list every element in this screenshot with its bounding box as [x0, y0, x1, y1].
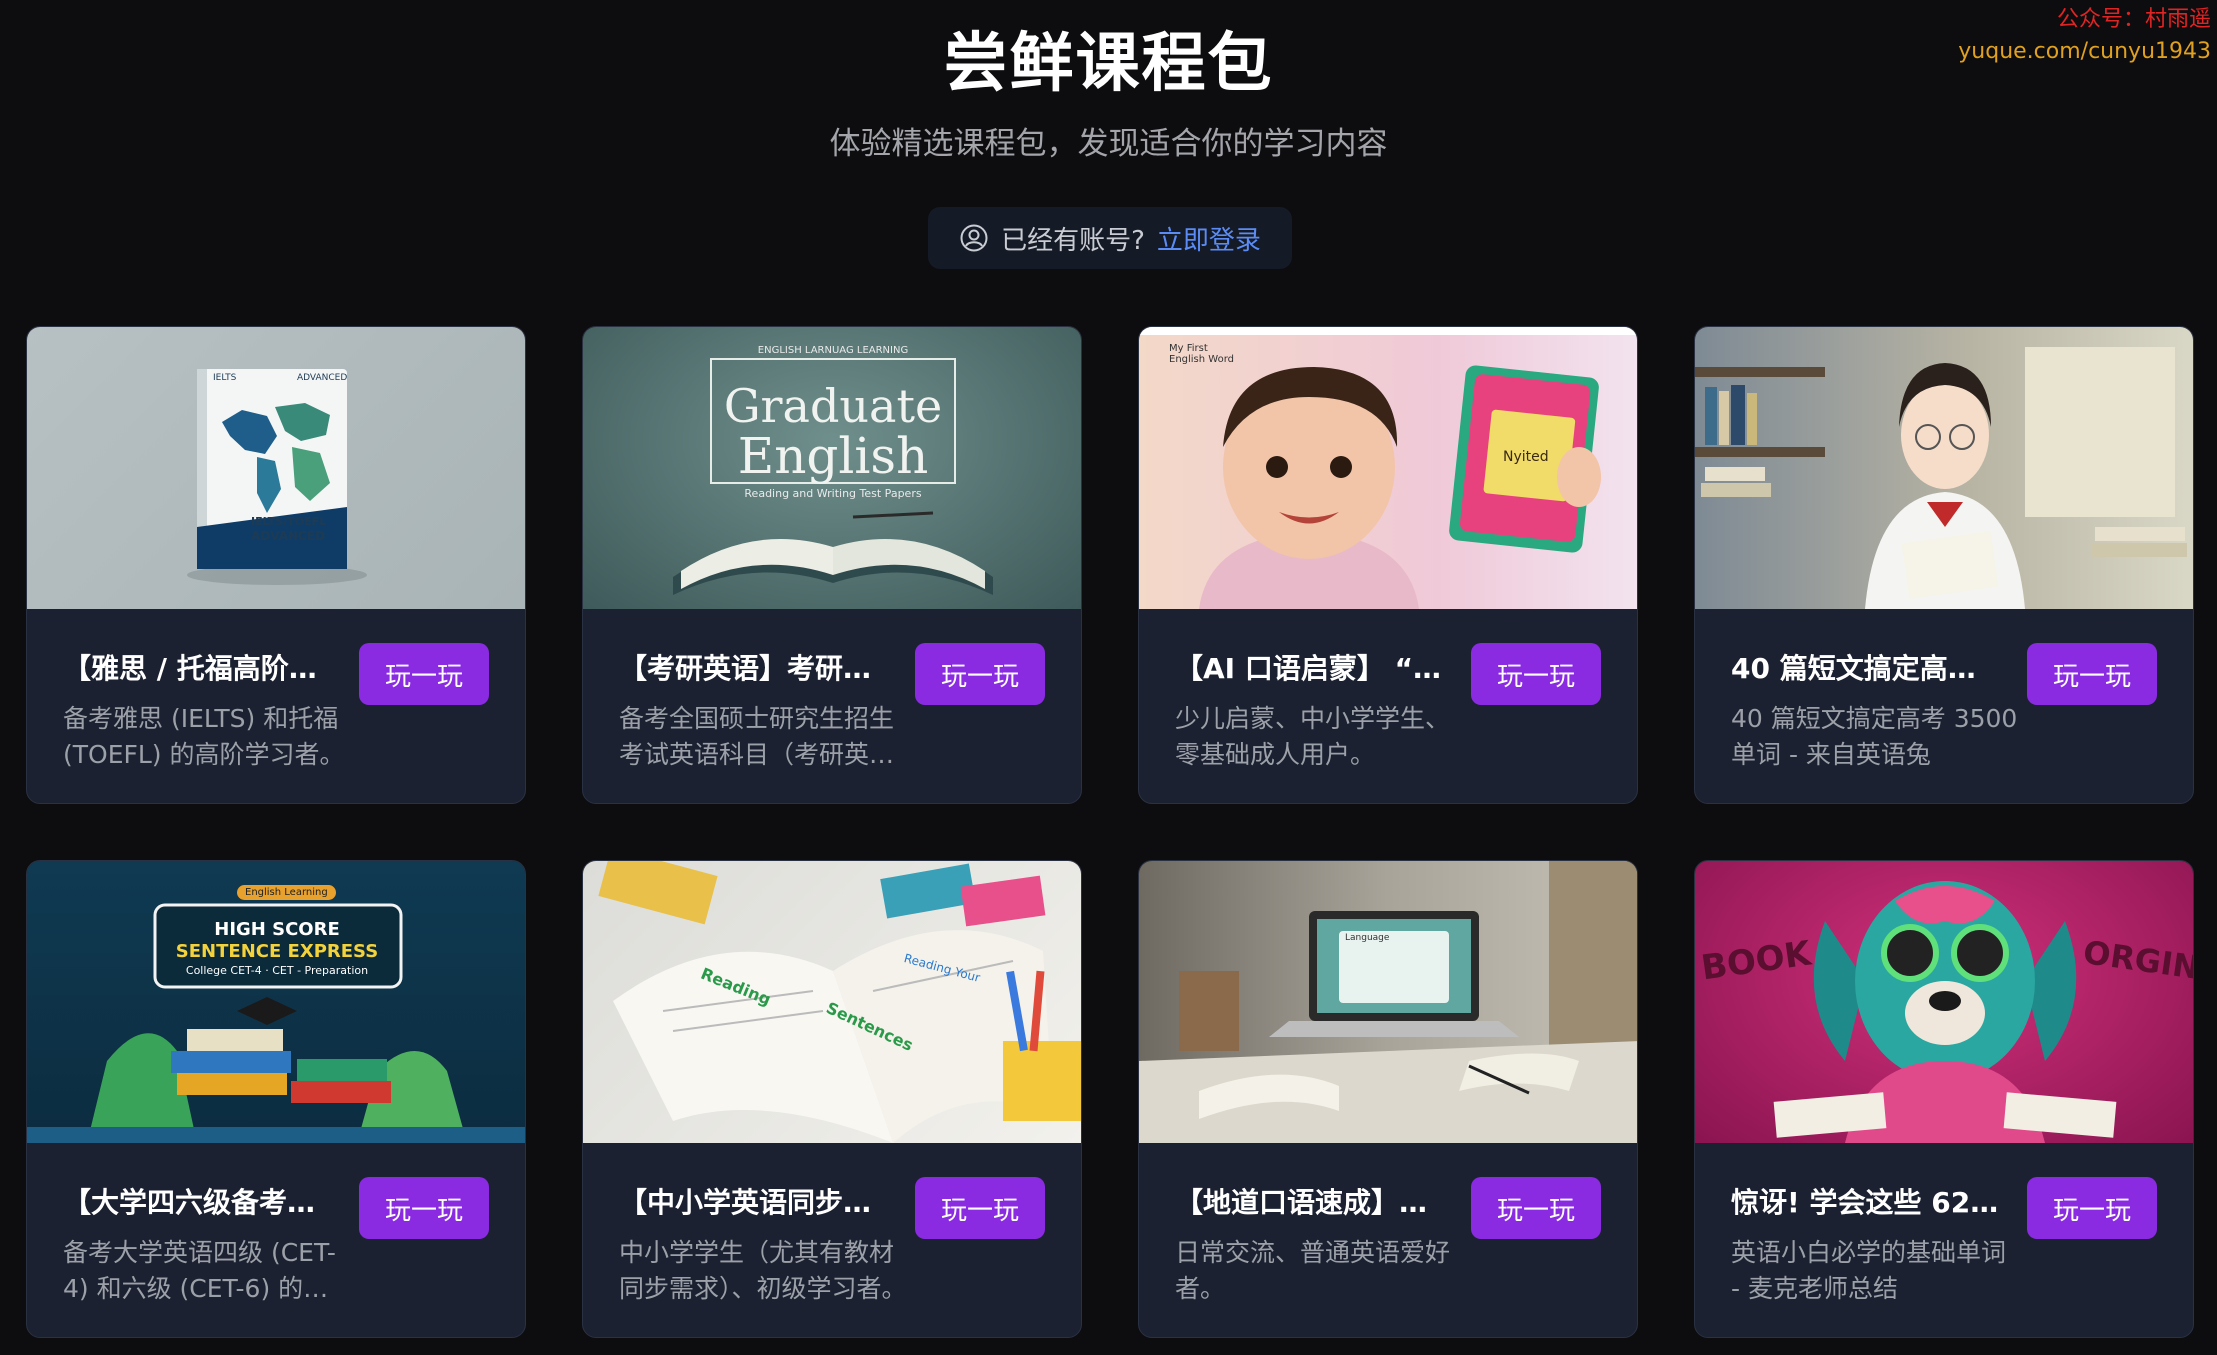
course-title: 40 篇短文搞定高考 3500 单词	[1731, 652, 2001, 685]
course-card-cet-sentences[interactable]: English Learning HIGH SCORE SENTENCE EXP…	[26, 860, 526, 1338]
course-description: 少儿启蒙、中小学学生、零基础成人用户。	[1175, 704, 1451, 769]
thumb-text-screen: Language	[1345, 933, 1390, 943]
course-description: 40 篇短文搞定高考 3500 单词 - 来自英语兔	[1731, 704, 2018, 769]
play-button[interactable]: 玩一玩	[1471, 1177, 1601, 1239]
course-title: 【地道口语速成】日常交流	[1175, 1186, 1445, 1219]
course-description: 备考雅思 (IELTS) 和托福 (TOEFL) 的高阶学习者。	[63, 704, 345, 769]
thumb-text-top-right: ADVANCED	[297, 373, 348, 383]
course-description: 备考大学英语四级 (CET-4) 和六级 (CET-6) 的大学生。	[63, 1238, 336, 1303]
login-link[interactable]: 立即登录	[1157, 220, 1261, 257]
course-card-ai-speaking[interactable]: My First English Word Nyited 【AI 口语启蒙】 “…	[1138, 326, 1638, 804]
course-grid: IELTS ADVANCED IELTS/TOEFL ADVANCED 【雅思 …	[26, 326, 2196, 1338]
course-description: 备考全国硕士研究生招生考试英语科目（考研英语）的考生。	[619, 704, 907, 769]
play-button[interactable]: 玩一玩	[915, 1177, 1045, 1239]
course-thumbnail: Reading Sentences Reading Your	[583, 861, 1081, 1143]
course-description: 中小学学生（尤其有教材同步需求）、初级学习者。	[619, 1238, 907, 1303]
course-title: 【AI 口语启蒙】 “My First English Word”	[1175, 652, 1445, 685]
course-card-school-reading[interactable]: Reading Sentences Reading Your 【中小学英语同步阅…	[582, 860, 1082, 1338]
thumb-text-line2: ADVANCED	[251, 529, 326, 543]
course-thumbnail: BOOK ORGIN	[1695, 861, 2193, 1143]
user-circle-icon	[959, 223, 989, 253]
course-title: 【考研英语】考研英语阅读与写作真题	[619, 652, 889, 685]
login-question: 已经有账号?	[1001, 225, 1145, 256]
course-thumbnail: IELTS ADVANCED IELTS/TOEFL ADVANCED	[27, 327, 525, 609]
thumb-text-line1: IELTS/TOEFL	[251, 515, 327, 528]
thumb-text-badge: English Learning	[237, 885, 336, 900]
course-thumbnail: ENGLISH LARNUAG LEARNING Graduate Englis…	[583, 327, 1081, 609]
thumb-text-corner: My First English Word	[1169, 343, 1234, 365]
play-button[interactable]: 玩一玩	[359, 1177, 489, 1239]
course-title: 【大学四六级备考】高分句型	[63, 1186, 333, 1219]
course-description: 英语小白必学的基础单词 - 麦克老师总结	[1731, 1238, 2007, 1303]
play-button[interactable]: 玩一玩	[2027, 643, 2157, 705]
course-card-spoken-english[interactable]: Language 【地道口语速成】日常交流 玩一玩 日常交流、普通英语爱好者。	[1138, 860, 1638, 1338]
course-thumbnail: Language	[1139, 861, 1637, 1143]
thumb-text-line3: College CET-4 · CET - Preparation	[185, 964, 369, 977]
course-title: 【中小学英语同步阅读】	[619, 1186, 889, 1219]
login-prompt: 已经有账号? 立即登录	[928, 207, 1292, 269]
play-button[interactable]: 玩一玩	[915, 643, 1045, 705]
course-thumbnail	[1695, 327, 2193, 609]
course-card-40-essays[interactable]: 40 篇短文搞定高考 3500 单词 玩一玩 40 篇短文搞定高考 3500 单…	[1694, 326, 2194, 804]
course-title: 惊讶! 学会这些 625 个单词	[1731, 1186, 2001, 1219]
course-card-625-words[interactable]: BOOK ORGIN 惊讶! 学会这些 625 个单词 玩一玩 英语小白必学的基…	[1694, 860, 2194, 1338]
thumb-text-top: ENGLISH LARNUAG LEARNING	[757, 345, 909, 356]
course-thumbnail: English Learning HIGH SCORE SENTENCE EXP…	[27, 861, 525, 1143]
play-button[interactable]: 玩一玩	[1471, 643, 1601, 705]
thumb-text-card: Nyited	[1503, 449, 1549, 465]
thumb-text-big1: Graduate	[723, 379, 943, 433]
thumb-text-top-left: IELTS	[213, 373, 237, 383]
play-button[interactable]: 玩一玩	[359, 643, 489, 705]
play-button[interactable]: 玩一玩	[2027, 1177, 2157, 1239]
course-description: 日常交流、普通英语爱好者。	[1175, 1238, 1451, 1303]
course-title: 【雅思 / 托福高阶学习】	[63, 652, 333, 685]
thumb-text-line1: HIGH SCORE	[214, 919, 340, 940]
thumb-text-big2: English	[737, 427, 929, 485]
thumb-text-sub: Reading and Writing Test Papers	[744, 487, 922, 500]
course-card-graduate-english[interactable]: ENGLISH LARNUAG LEARNING Graduate Englis…	[582, 326, 1082, 804]
course-card-ielts-toefl[interactable]: IELTS ADVANCED IELTS/TOEFL ADVANCED 【雅思 …	[26, 326, 526, 804]
page-subtitle: 体验精选课程包，发现适合你的学习内容	[829, 126, 1388, 162]
page-title: 尝鲜课程包	[943, 27, 1274, 101]
thumb-text-line2: SENTENCE EXPRESS	[175, 941, 379, 962]
course-thumbnail: My First English Word Nyited	[1139, 327, 1637, 609]
